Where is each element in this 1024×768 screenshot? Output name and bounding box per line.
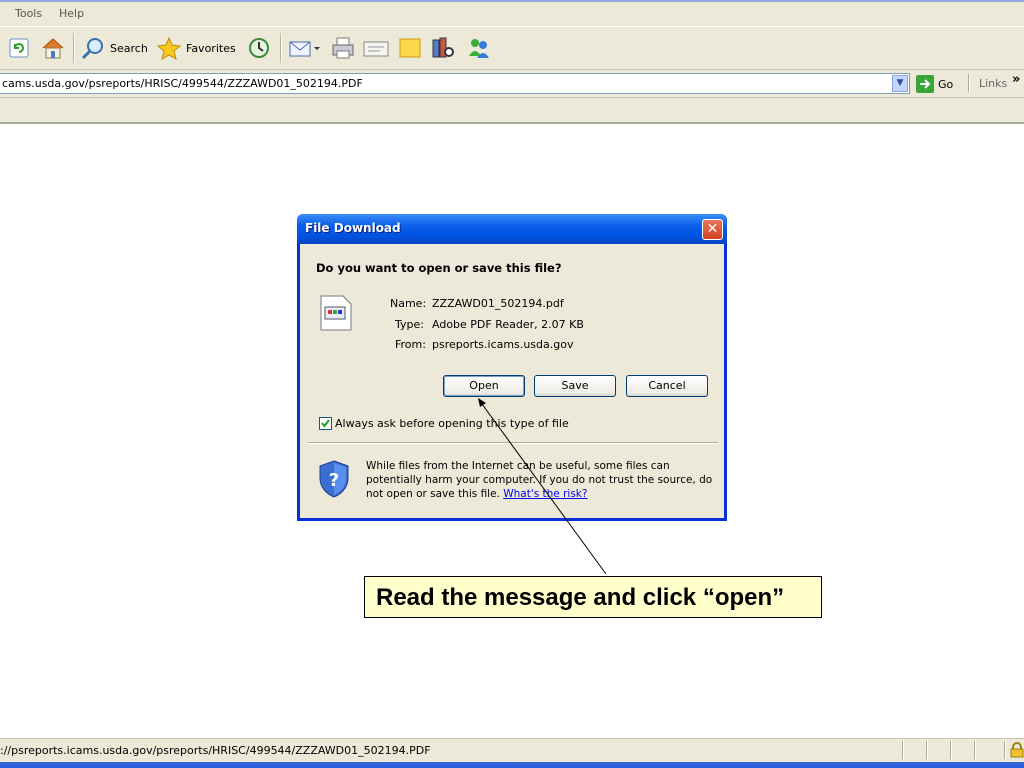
menu-bar: Tools Help	[0, 0, 1024, 26]
name-label: Name:	[390, 297, 427, 310]
whats-the-risk-link[interactable]: What's the risk?	[503, 488, 587, 500]
edit-icon	[363, 41, 389, 57]
search-label: Search	[110, 41, 148, 55]
go-arrow-icon	[916, 75, 934, 93]
messenger-button[interactable]	[466, 35, 492, 61]
dialog-question: Do you want to open or save this file?	[316, 261, 562, 275]
pdf-file-icon	[320, 295, 352, 331]
discuss-button[interactable]	[397, 35, 423, 61]
edit-button[interactable]	[362, 35, 390, 61]
research-button[interactable]	[430, 35, 456, 61]
file-name: ZZZAWD01_502194.pdf	[432, 297, 564, 310]
file-download-dialog: File Download ✕ Do you want to open or s…	[297, 214, 727, 521]
research-icon	[432, 37, 454, 58]
taskbar	[0, 762, 1024, 768]
home-button[interactable]	[40, 35, 66, 61]
status-text: ://psreports.icams.usda.gov/psreports/HR…	[0, 744, 431, 757]
instruction-callout: Read the message and click “open”	[364, 576, 822, 618]
shield-question-icon: ?	[319, 460, 349, 498]
callout-text: Read the message and click “open”	[376, 584, 785, 611]
menu-tools[interactable]: Tools	[15, 7, 42, 20]
home-icon	[42, 38, 64, 59]
type-label: Type:	[395, 318, 424, 331]
history-button[interactable]	[246, 35, 272, 61]
print-button[interactable]	[330, 35, 356, 61]
refresh-button[interactable]	[8, 35, 30, 61]
address-bar: cams.usda.gov/psreports/HRISC/499544/ZZZ…	[0, 70, 1024, 98]
menu-help[interactable]: Help	[59, 7, 84, 20]
dialog-title: File Download	[305, 221, 401, 235]
warning-message: While files from the Internet can be use…	[366, 459, 716, 501]
favorites-label: Favorites	[186, 41, 236, 55]
note-icon	[399, 38, 421, 58]
from-label: From:	[395, 338, 426, 351]
check-icon	[321, 419, 330, 428]
refresh-icon	[9, 38, 29, 58]
toolbar: Search Favorites	[0, 26, 1024, 70]
open-button[interactable]: Open	[443, 375, 525, 397]
close-button[interactable]: ✕	[702, 219, 723, 240]
file-type: Adobe PDF Reader, 2.07 KB	[432, 318, 584, 331]
links-label[interactable]: Links	[979, 77, 1007, 90]
star-icon	[156, 36, 182, 60]
dialog-divider	[308, 442, 718, 444]
always-ask-label[interactable]: Always ask before opening this type of f…	[335, 417, 569, 430]
address-url: cams.usda.gov/psreports/HRISC/499544/ZZZ…	[2, 77, 363, 90]
favorites-button[interactable]: Favorites	[156, 35, 236, 61]
messenger-icon	[469, 39, 489, 58]
save-button[interactable]: Save	[534, 375, 616, 397]
go-label: Go	[938, 77, 954, 91]
file-source: psreports.icams.usda.gov	[432, 338, 574, 351]
search-icon	[81, 38, 103, 60]
dialog-titlebar[interactable]: File Download ✕	[297, 214, 727, 244]
history-icon	[249, 38, 269, 58]
mail-button[interactable]	[288, 35, 320, 61]
go-button[interactable]: Go	[916, 75, 953, 93]
svg-text:?: ?	[329, 470, 339, 491]
cancel-button[interactable]: Cancel	[626, 375, 708, 397]
status-bar: ://psreports.icams.usda.gov/psreports/HR…	[0, 738, 1024, 762]
printer-icon	[332, 37, 354, 59]
links-toolbar	[0, 98, 1024, 124]
chevron-down-icon[interactable]: ▼	[892, 75, 908, 92]
lock-icon	[1010, 742, 1024, 758]
mail-icon	[289, 41, 320, 57]
always-ask-checkbox[interactable]	[319, 417, 332, 430]
address-field[interactable]: cams.usda.gov/psreports/HRISC/499544/ZZZ…	[0, 73, 910, 94]
links-chevron-icon[interactable]: »	[1012, 72, 1020, 87]
search-button[interactable]: Search	[80, 35, 148, 61]
